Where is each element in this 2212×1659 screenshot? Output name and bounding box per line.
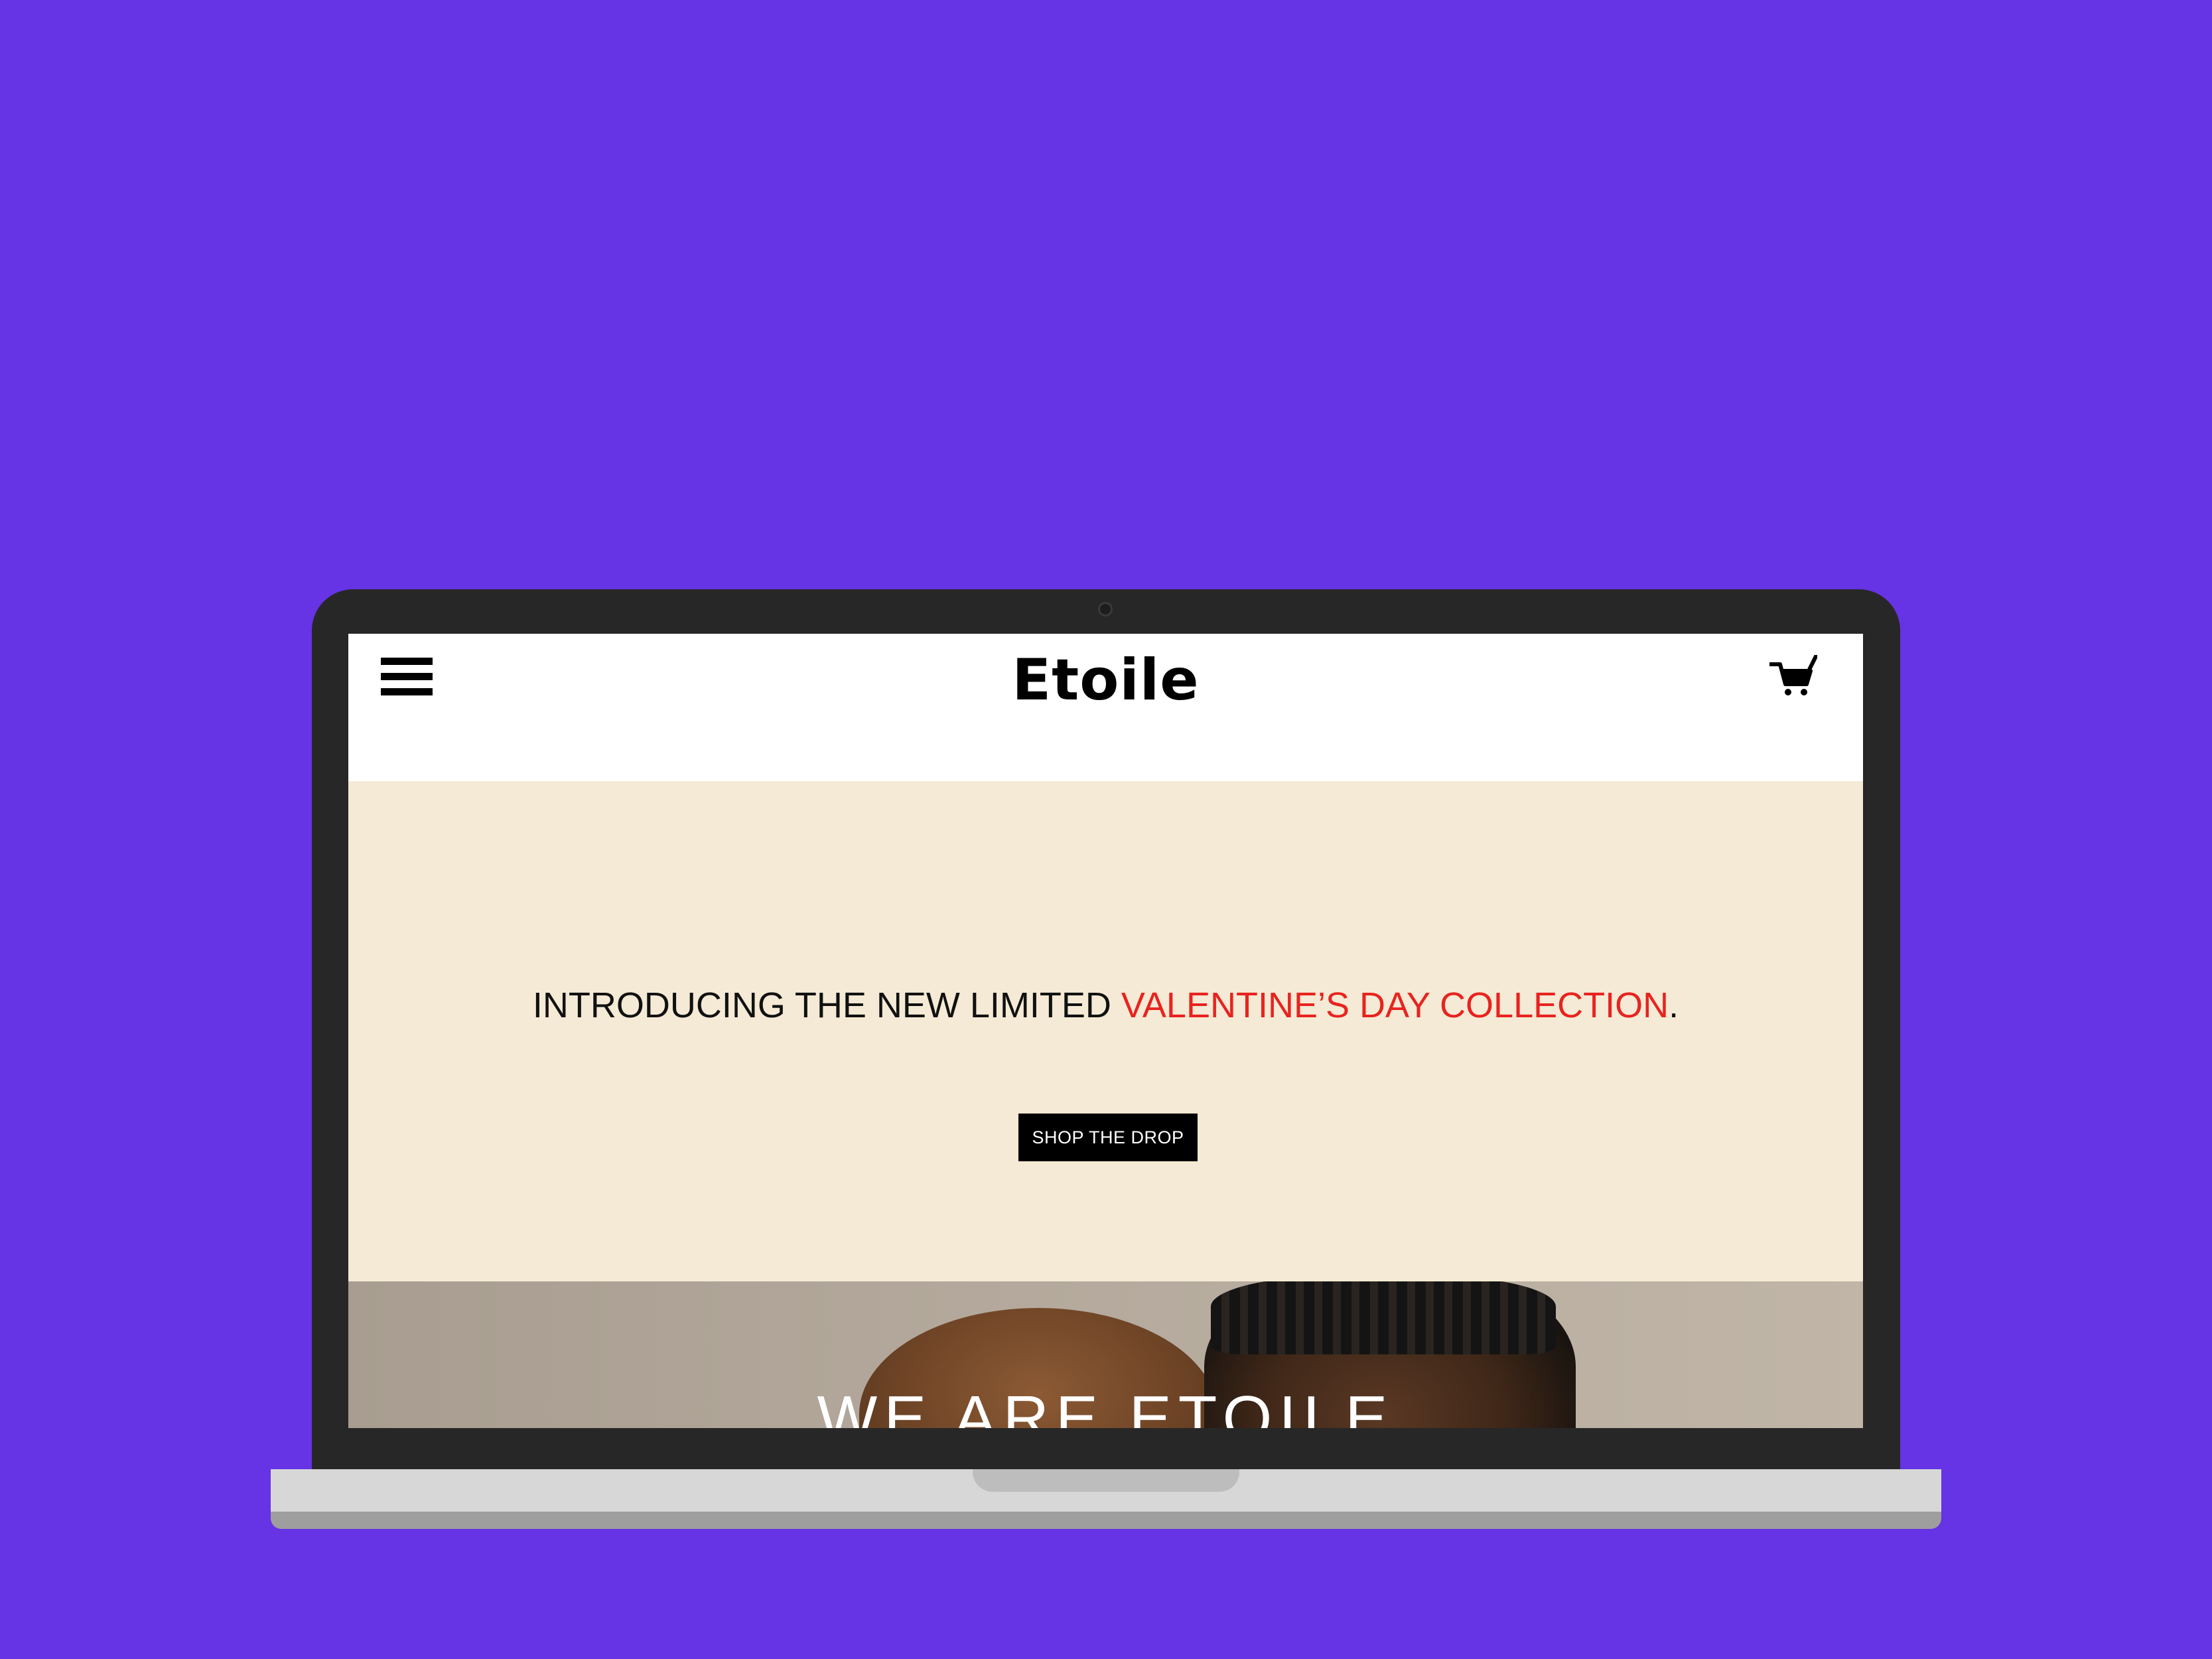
- hero-headline: INTRODUCING THE NEW LIMITED VALENTINE’S …: [348, 985, 1863, 1026]
- photo-hair: [1211, 1281, 1556, 1354]
- about-heading: WE ARE ETOILE: [817, 1383, 1395, 1428]
- browser-viewport[interactable]: Etoile INTRODUCING THE NEW LIMITED VALEN…: [348, 634, 1863, 1428]
- shopping-cart-icon[interactable]: [1768, 655, 1817, 697]
- shop-the-drop-button[interactable]: SHOP THE DROP: [1018, 1114, 1198, 1161]
- about-photo-section: WE ARE ETOILE: [348, 1281, 1863, 1428]
- hero-banner: INTRODUCING THE NEW LIMITED VALENTINE’S …: [348, 781, 1863, 1281]
- brand-logo[interactable]: Etoile: [348, 647, 1863, 713]
- headline-suffix: .: [1669, 985, 1679, 1025]
- laptop-base-edge: [271, 1512, 1941, 1529]
- laptop-notch: [973, 1469, 1239, 1492]
- headline-prefix: INTRODUCING THE NEW LIMITED: [532, 985, 1121, 1025]
- headline-accent: VALENTINE’S DAY COLLECTION: [1121, 985, 1669, 1025]
- site-header: Etoile: [348, 634, 1863, 781]
- webcam: [1098, 602, 1113, 616]
